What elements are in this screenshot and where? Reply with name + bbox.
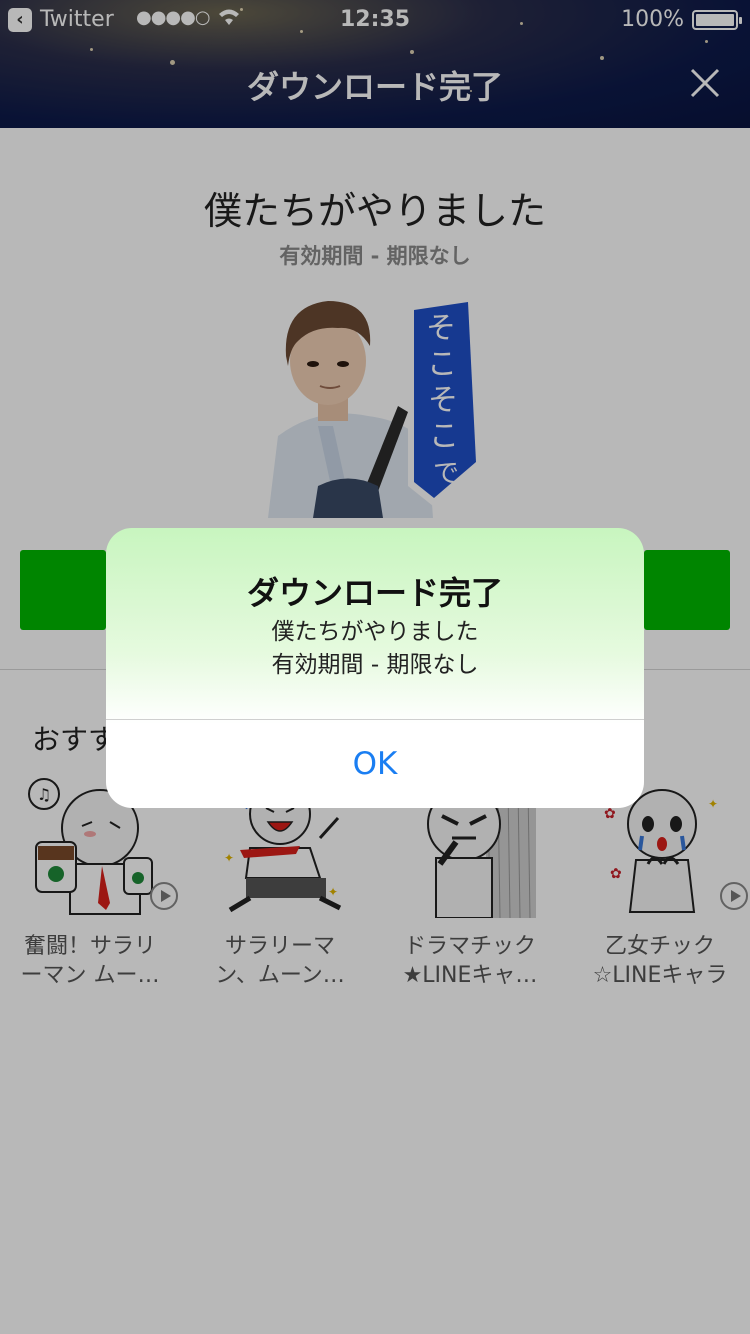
alert-title: ダウンロード完了 (246, 574, 503, 612)
download-complete-alert: ダウンロード完了 僕たちがやりました 有効期間 - 期限なし OK (106, 528, 644, 808)
screen: ‹ Twitter ●●●●○ 12:35 100% ダウンロード完了 僕たちが… (0, 0, 750, 1334)
alert-message: 僕たちがやりました 有効期間 - 期限なし (106, 616, 644, 682)
alert-message-line1: 僕たちがやりました (271, 619, 479, 645)
alert-message-line2: 有効期間 - 期限なし (271, 652, 479, 678)
ok-button[interactable]: OK (106, 720, 644, 808)
